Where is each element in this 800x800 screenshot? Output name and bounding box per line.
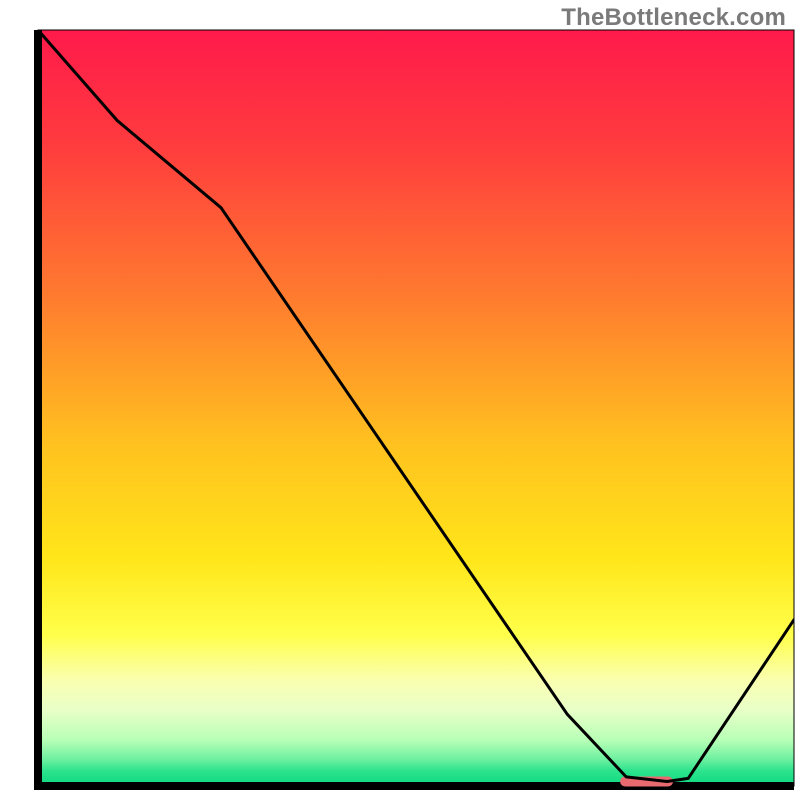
chart-svg: [0, 0, 800, 800]
chart-stage: TheBottleneck.com: [0, 0, 800, 800]
gradient-background: [38, 30, 794, 786]
